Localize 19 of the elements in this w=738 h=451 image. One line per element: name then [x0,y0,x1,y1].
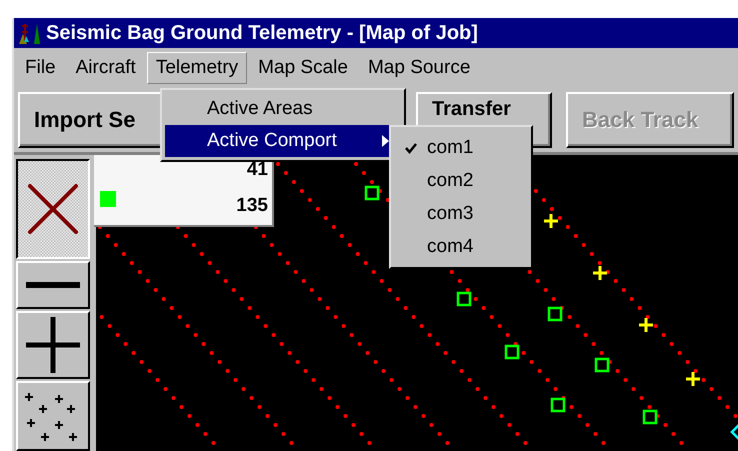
plus-tool-button[interactable] [16,311,90,379]
minus-icon [26,282,80,288]
plus-icon [26,317,80,373]
info-value: 135 [236,195,268,217]
info-value: 41 [246,159,268,181]
menu-item[interactable]: Map Scale [249,52,357,84]
minus-tool-button[interactable] [16,261,90,309]
scatter-tool-button[interactable] [16,381,90,451]
menu-item[interactable]: com2 [391,164,531,197]
menu-item[interactable]: com3 [391,197,531,230]
menu-item[interactable]: File [16,52,65,84]
menu-item[interactable]: Aircraft [66,52,145,84]
window-title: Seismic Bag Ground Telemetry - [Map of Job] [46,22,478,44]
close-icon [26,182,80,236]
close-tool-button[interactable] [16,159,90,259]
menu-item[interactable]: com4 [391,230,531,263]
menu-item[interactable]: Telemetry [146,52,248,84]
menu-item[interactable]: Active Areas [165,93,401,125]
menu-item[interactable]: Map Source [358,52,480,84]
